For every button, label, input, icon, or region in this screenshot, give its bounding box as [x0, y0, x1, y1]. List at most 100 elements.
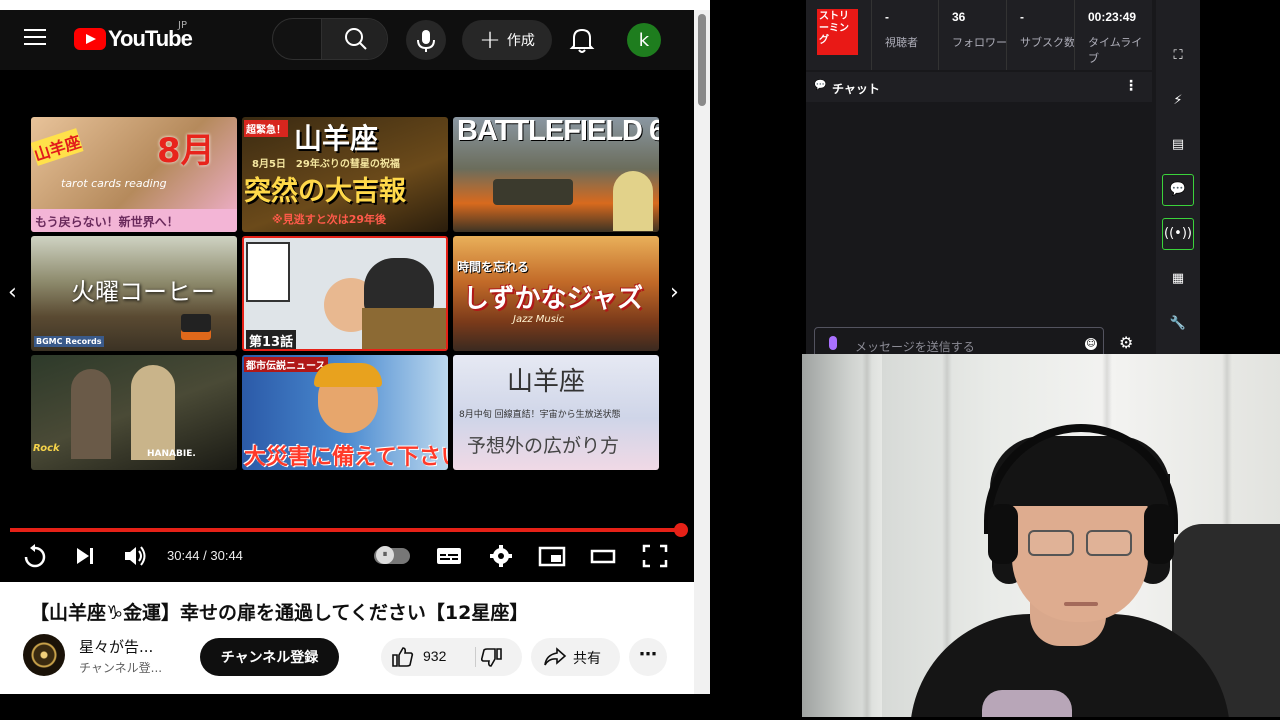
fullscreen-button[interactable] — [642, 542, 668, 570]
autoplay-toggle[interactable] — [374, 546, 410, 564]
scrollbar-thumb[interactable] — [698, 14, 706, 106]
youtube-window: YouTube JP + 作成 k ‹ › 山羊座 8月 tarot cards… — [0, 0, 710, 694]
glasses — [1028, 530, 1134, 556]
notifications-button[interactable] — [566, 22, 598, 58]
channel-name[interactable]: 星々が告... — [79, 636, 153, 657]
settings-button[interactable] — [488, 542, 514, 570]
menu-icon[interactable] — [24, 29, 46, 47]
tile-text: 予想外の広がり方 — [467, 435, 620, 457]
endscreen-video-tile[interactable]: 第13話 — [242, 236, 448, 351]
chat-bubble-icon: 💬 — [814, 80, 827, 91]
youtube-header: YouTube JP + 作成 k — [0, 10, 694, 70]
subtitles-button[interactable] — [436, 542, 462, 570]
presenter-hair — [314, 363, 382, 387]
tile-text: 火曜コーヒー — [71, 278, 215, 306]
tile-text: HANABIE. — [147, 449, 196, 459]
country-code: JP — [178, 20, 187, 31]
like-icon[interactable] — [391, 646, 415, 668]
tile-text: 山羊座 — [294, 122, 379, 155]
replay-button[interactable] — [22, 542, 48, 570]
live-status-badge: ストリーミング — [817, 9, 858, 55]
endscreen-video-tile[interactable]: BATTLEFIELD 6 — [453, 117, 659, 232]
search-button[interactable] — [321, 19, 387, 59]
account-avatar[interactable]: k — [627, 23, 661, 57]
wrench-icon[interactable]: 🔧 — [1162, 308, 1194, 340]
fireplace-shape — [181, 314, 211, 340]
chat-messages — [806, 102, 1152, 324]
volume-button[interactable] — [122, 542, 148, 570]
tile-text: BGMC Records — [34, 336, 104, 347]
next-button[interactable] — [74, 542, 96, 570]
screenshot-icon[interactable]: ⛶ — [1162, 40, 1194, 72]
chat-icon[interactable]: 💬 — [1162, 174, 1194, 206]
video-player[interactable]: ‹ › 山羊座 8月 tarot cards reading もう戻らない！新世… — [0, 70, 694, 582]
miniplayer-button[interactable] — [538, 542, 566, 570]
lightning-icon[interactable]: ⚡ — [1162, 85, 1194, 117]
window-bottom-gap — [0, 694, 710, 720]
endscreen-next-arrow[interactable]: › — [670, 280, 679, 305]
time-display: 30:44 / 30:44 — [167, 548, 243, 563]
headphones-ear-left — [988, 504, 1018, 564]
channel-avatar[interactable] — [23, 634, 65, 676]
stream-dashboard: ストリーミング - 視聴者 36 フォロワー - サブスク数 00:23:49 … — [806, 0, 1280, 361]
channel-subscribers: チャンネル登... — [79, 661, 163, 675]
miniplayer-icon — [538, 546, 566, 567]
endscreen-video-tile[interactable]: Rock HANABIE. — [31, 355, 237, 470]
fullscreen-icon — [642, 544, 668, 568]
headphones-ear-right — [1144, 504, 1174, 564]
dislike-icon[interactable] — [481, 647, 503, 669]
settings-icon — [490, 545, 512, 567]
person-mouth — [1064, 602, 1098, 606]
tile-text: 超緊急！ — [244, 120, 288, 137]
layout-icon[interactable]: ▦ — [1162, 263, 1194, 295]
youtube-play-icon — [74, 28, 106, 50]
endscreen-video-tile[interactable]: 火曜コーヒー BGMC Records — [31, 236, 237, 351]
plus-icon: + — [479, 25, 501, 55]
voice-search-button[interactable] — [406, 20, 446, 60]
tile-text: 突然の大吉報 — [244, 176, 406, 207]
progress-bar[interactable] — [10, 528, 681, 532]
tile-text: Jazz Music — [513, 314, 565, 325]
stat-value: 36 — [952, 10, 966, 24]
curtain-fold — [862, 354, 872, 717]
endscreen-prev-arrow[interactable]: ‹ — [8, 280, 17, 305]
tile-text: 8月中旬 回線直結！宇宙から生放送状態 — [459, 410, 621, 420]
character-hair — [364, 258, 434, 314]
endscreen-video-tile[interactable]: 超緊急！ 山羊座 8月5日 29年ぶりの彗星の祝福 突然の大吉報 ※見逃すと次は… — [242, 117, 448, 232]
endscreen-video-tile[interactable]: 山羊座 8月 tarot cards reading もう戻らない！新世界へ！ — [31, 117, 237, 232]
broadcast-icon[interactable]: ((•)) — [1162, 218, 1194, 250]
search-input[interactable] — [272, 18, 388, 60]
stream-tools-sidebar: ⛶ ⚡ ▤ 💬 ((•)) ▦ 🔧 — [1156, 0, 1200, 354]
progress-scrubber[interactable] — [674, 523, 688, 537]
tile-text: Rock — [33, 443, 60, 454]
replay-icon — [24, 544, 46, 568]
subscribe-button[interactable]: チャンネル登録 — [200, 638, 339, 676]
scrollbar[interactable] — [694, 10, 710, 694]
tile-text: しずかなジャズ — [463, 284, 644, 314]
share-button[interactable]: 共有 — [531, 638, 620, 676]
window-top-strip — [0, 0, 710, 10]
tile-text: 都市伝説ニュース — [244, 357, 328, 372]
notes-icon[interactable]: ▤ — [1162, 129, 1194, 161]
theater-button[interactable] — [590, 542, 616, 570]
stream-right-gap — [1200, 0, 1280, 354]
stat-label: タイムライブ — [1088, 36, 1143, 65]
tile-text: 山羊座 — [507, 367, 586, 397]
youtube-logo[interactable]: YouTube — [74, 26, 193, 52]
tile-text: 大災害に備えて下さい — [244, 445, 448, 470]
more-actions-button[interactable]: ⋯ — [629, 638, 667, 676]
chat-mic-icon[interactable] — [829, 336, 837, 350]
emoji-icon[interactable]: ☺ — [1085, 338, 1097, 350]
tile-text: tarot cards reading — [61, 177, 167, 190]
endscreen-video-tile[interactable]: 山羊座 8月中旬 回線直結！宇宙から生放送状態 予想外の広がり方 — [453, 355, 659, 470]
chat-settings-icon[interactable]: ⚙ — [1119, 333, 1133, 352]
stream-stats-bar: ストリーミング - 視聴者 36 フォロワー - サブスク数 00:23:49 … — [806, 0, 1152, 70]
chat-header: 💬 チャット ⋮ — [806, 72, 1152, 102]
volume-icon — [125, 546, 146, 566]
tile-text: ※見逃すと次は29年後 — [272, 213, 387, 226]
chat-menu-icon[interactable]: ⋮ — [1124, 78, 1138, 94]
endscreen-video-tile[interactable]: 都市伝説ニュース 大災害に備えて下さい — [242, 355, 448, 470]
create-button[interactable]: + 作成 — [462, 20, 552, 60]
endscreen-video-tile[interactable]: 時間を忘れる しずかなジャズ Jazz Music — [453, 236, 659, 351]
chat-placeholder: メッセージを送信する — [855, 340, 975, 354]
